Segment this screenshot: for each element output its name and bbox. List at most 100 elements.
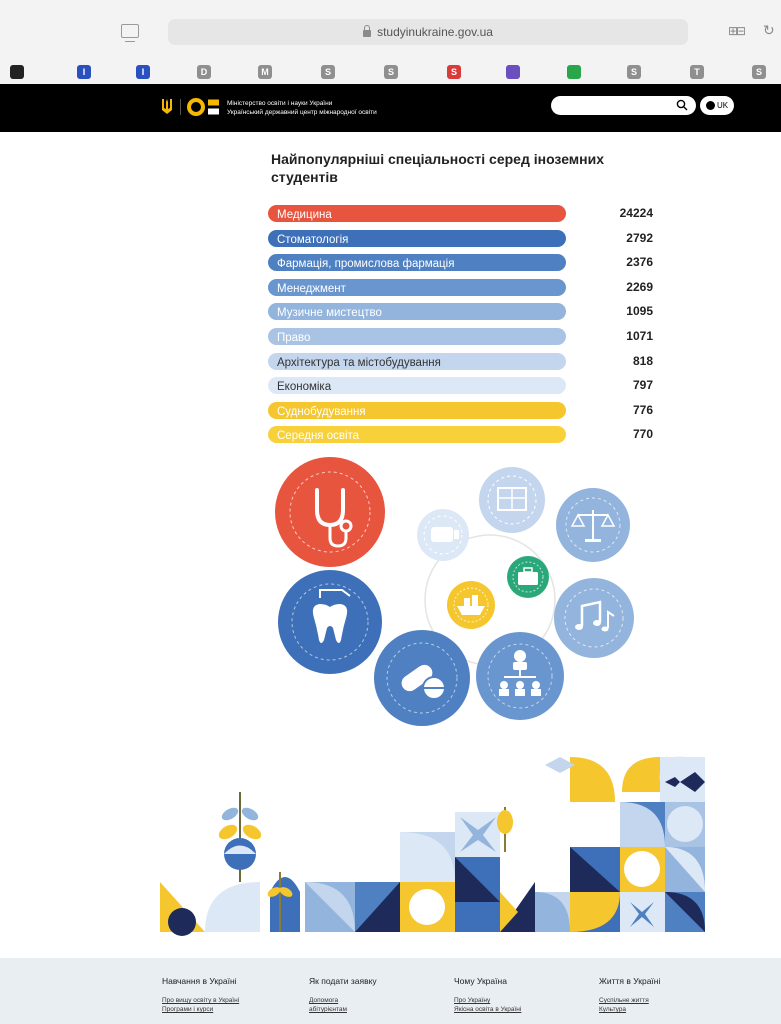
footer-link[interactable]: Програми і курси	[162, 1005, 239, 1014]
bookmark-favicon-icon[interactable]: D	[197, 65, 211, 79]
bookmark-favicon-icon[interactable]: S	[752, 65, 766, 79]
brand-line-2: Український державний центр міжнародної …	[227, 109, 377, 116]
bookmark-favicon-icon[interactable]: S	[321, 65, 335, 79]
footer-link[interactable]: Про Україну	[454, 996, 521, 1005]
specialty-label: Право	[277, 331, 311, 344]
browser-toolbar: studyinukraine.gov.ua ⊞⊟ ↻ I I D M S S S S T S	[0, 0, 781, 90]
bookmark-letter: S	[630, 67, 637, 77]
footer-column: Чому Україна Про Україну Якісна освіта в У…	[454, 976, 521, 1014]
list-item: Менеджмент 2269	[268, 278, 653, 298]
list-item: Суднобудування 776	[268, 401, 653, 421]
footer: Навчання в Україні Про вищу освіту в Укра…	[0, 958, 781, 1024]
footer-heading: Життя в Україні	[599, 976, 661, 986]
bookmark-favicon-icon[interactable]: S	[447, 65, 461, 79]
specialty-label: Економіка	[277, 381, 332, 394]
footer-link[interactable]: Допомога	[309, 996, 377, 1005]
bookmark-letter: T	[694, 67, 700, 77]
bookmark-letter: S	[755, 67, 762, 77]
list-item: Право 1071	[268, 327, 653, 347]
decorative-pattern	[160, 756, 705, 936]
specialty-bar: Медицина	[268, 205, 566, 222]
bookmark-favicon-icon[interactable]: S	[384, 65, 398, 79]
bookmark-favicon-icon[interactable]: S	[627, 65, 641, 79]
bookmark-favicon-icon[interactable]	[506, 65, 520, 79]
translate-icon[interactable]: ⊞⊟	[728, 24, 746, 38]
specialty-bar: Право	[268, 327, 566, 345]
specialty-label: Середня освіта	[277, 430, 360, 443]
bookmark-favicon-icon[interactable]: I	[136, 65, 150, 79]
bookmark-letter: S	[324, 67, 331, 77]
bookmark-favicon-icon[interactable]: T	[690, 65, 704, 79]
bookmark-letter: D	[200, 67, 208, 77]
reload-icon[interactable]: ↻	[763, 22, 775, 39]
specialty-bar: Економіка	[268, 377, 566, 395]
footer-link[interactable]: Про вищу освіту в Україні	[162, 996, 239, 1005]
footer-column: Життя в Україні Суспільне життя Культура	[599, 976, 660, 1014]
specialty-count: 818	[632, 353, 653, 368]
footer-column: Як подати заявку Допомога абітурієнтам	[309, 976, 377, 1014]
list-item: Економіка 797	[268, 376, 653, 396]
bookmark-letter: M	[261, 67, 269, 77]
specialty-label: Медицина	[277, 209, 332, 221]
section-title: Найпопулярніші спеціальності серед інозе…	[271, 151, 605, 185]
bookmark-favicon-icon[interactable]: I	[77, 65, 91, 79]
trident-icon	[162, 99, 172, 114]
specialty-label: Менеджмент	[277, 282, 346, 295]
specialty-count: 776	[632, 402, 653, 417]
blueprint-icon	[479, 467, 545, 533]
list-item: Медицина 24224	[268, 204, 653, 224]
language-button[interactable]: UK	[700, 96, 734, 115]
specialty-label: Суднобудування	[277, 405, 366, 418]
specialty-count: 24224	[619, 206, 653, 220]
bookmark-letter: I	[82, 67, 86, 77]
specialty-label: Фармація, промислова фармація	[277, 258, 455, 271]
specialties-illustration	[275, 457, 634, 726]
ship-icon	[447, 581, 495, 629]
search-icon[interactable]	[676, 99, 688, 111]
specialties-list: Медицина 24224 Стоматологія 2792 Фармація, п…	[268, 204, 653, 450]
specialty-bar: Менеджмент	[268, 278, 566, 296]
tab-overview-icon[interactable]	[121, 24, 139, 42]
specialty-label: Архітектура та містобудування	[277, 356, 441, 369]
language-label: UK	[716, 101, 729, 110]
footer-link[interactable]: Якісна освіта в Україні	[454, 1005, 521, 1014]
brand-text: Міністерство освіти і науки України Укра…	[227, 99, 377, 117]
bookmark-favicon-icon[interactable]	[567, 65, 581, 79]
brand-line-1: Міністерство освіти і науки України	[227, 100, 333, 107]
footer-heading: Як подати заявку	[309, 976, 377, 986]
specialty-bar: Суднобудування	[268, 401, 566, 419]
specialty-label: Стоматологія	[277, 233, 349, 246]
specialty-bar: Стоматологія	[268, 229, 566, 247]
bookmark-favicon-icon[interactable]	[10, 65, 24, 79]
specialty-count: 1095	[626, 304, 653, 319]
specialty-bar: Музичне мистецтво	[268, 303, 566, 321]
tooth-icon	[278, 570, 382, 674]
footer-link[interactable]: Суспільне життя	[599, 996, 660, 1005]
list-item: Середня освіта 770	[268, 425, 653, 445]
briefcase-icon	[507, 556, 549, 598]
footer-link[interactable]: абітурієнтам	[309, 1005, 377, 1014]
list-item: Музичне мистецтво 1095	[268, 302, 653, 322]
bookmark-letter: S	[450, 67, 457, 77]
bookmarks-bar: IIDMSSSSTS	[0, 60, 781, 86]
footer-column: Навчання в Україні Про вищу освіту в Укра…	[162, 976, 239, 1014]
footer-link[interactable]: Культура	[599, 1005, 660, 1014]
search-input[interactable]	[551, 96, 696, 115]
bookmark-letter: I	[141, 67, 145, 77]
address-bar[interactable]: studyinukraine.gov.ua	[168, 19, 688, 45]
specialty-label: Музичне мистецтво	[277, 307, 382, 320]
stethoscope-icon	[275, 457, 385, 567]
specialty-count: 2792	[626, 230, 653, 245]
specialty-bar: Середня освіта	[268, 426, 566, 444]
tv-icon	[417, 509, 469, 561]
list-item: Стоматологія 2792	[268, 229, 653, 249]
specialty-count: 2376	[626, 255, 653, 270]
footer-heading: Навчання в Україні	[162, 976, 237, 986]
bookmark-favicon-icon[interactable]: M	[258, 65, 272, 79]
specialty-bar: Фармація, промислова фармація	[268, 254, 566, 272]
specialty-bar: Архітектура та містобудування	[268, 352, 566, 370]
globe-icon	[705, 101, 715, 110]
bookmark-letter: S	[387, 67, 394, 77]
site-logo-icon[interactable]	[187, 97, 221, 117]
list-item: Фармація, промислова фармація 2376	[268, 253, 653, 273]
